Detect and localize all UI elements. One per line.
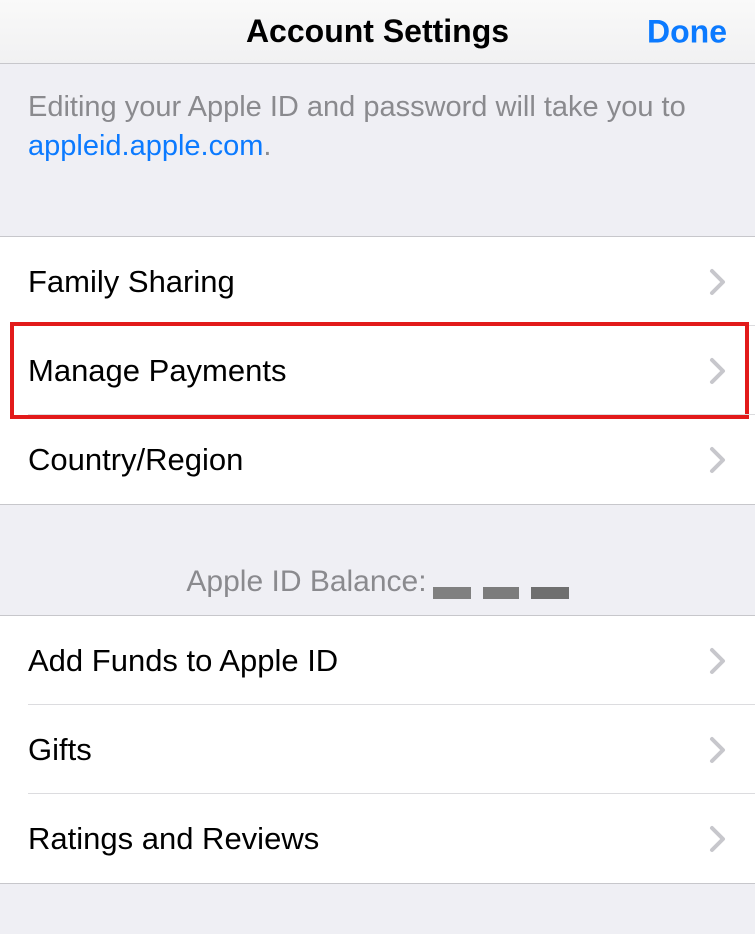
chevron-right-icon (709, 736, 727, 764)
page-title: Account Settings (246, 13, 509, 50)
row-label: Gifts (28, 732, 709, 768)
info-text-after: . (263, 130, 271, 162)
info-text-before: Editing your Apple ID and password will … (28, 91, 686, 123)
balance-value-redacted (433, 587, 569, 599)
bottom-spacer (0, 884, 755, 934)
row-label: Country/Region (28, 442, 709, 478)
chevron-right-icon (709, 357, 727, 385)
row-label: Family Sharing (28, 264, 709, 300)
chevron-right-icon (709, 825, 727, 853)
country-region-row[interactable]: Country/Region (0, 415, 755, 504)
row-label: Ratings and Reviews (28, 821, 709, 857)
add-funds-row[interactable]: Add Funds to Apple ID (0, 616, 755, 705)
chevron-right-icon (709, 446, 727, 474)
ratings-reviews-row[interactable]: Ratings and Reviews (0, 794, 755, 883)
chevron-right-icon (709, 647, 727, 675)
family-sharing-row[interactable]: Family Sharing (0, 237, 755, 326)
navigation-bar: Account Settings Done (0, 0, 755, 64)
account-list: Family Sharing Manage Payments Country/R… (0, 236, 755, 505)
redacted-bar (531, 587, 569, 599)
balance-label: Apple ID Balance: (186, 565, 426, 599)
info-text: Editing your Apple ID and password will … (0, 64, 755, 236)
chevron-right-icon (709, 268, 727, 296)
redacted-bar (433, 587, 471, 599)
balance-header: Apple ID Balance: (0, 505, 755, 615)
done-button[interactable]: Done (647, 13, 727, 50)
appleid-link[interactable]: appleid.apple.com (28, 130, 263, 162)
manage-payments-row[interactable]: Manage Payments (0, 326, 755, 415)
row-label: Add Funds to Apple ID (28, 643, 709, 679)
gifts-row[interactable]: Gifts (0, 705, 755, 794)
redacted-bar (483, 587, 519, 599)
funds-list: Add Funds to Apple ID Gifts Ratings and … (0, 615, 755, 884)
row-label: Manage Payments (28, 353, 709, 389)
